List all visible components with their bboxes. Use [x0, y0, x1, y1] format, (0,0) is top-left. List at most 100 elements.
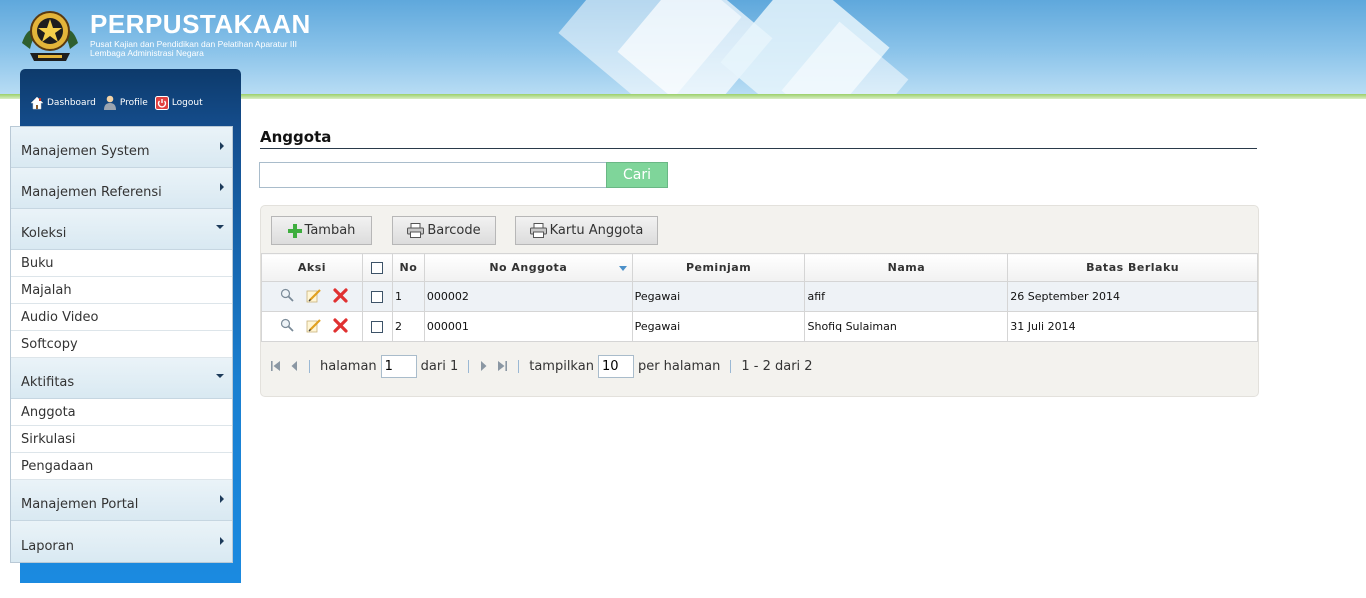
app-subtitle: Lembaga Administrasi Negara — [90, 48, 204, 58]
pager-separator — [468, 359, 470, 373]
row-select — [361, 281, 393, 312]
pager-separator — [730, 359, 732, 373]
column-header-nama[interactable]: Nama — [804, 253, 1009, 282]
delete-icon[interactable] — [333, 287, 348, 306]
column-header-aksi: Aksi — [261, 253, 363, 282]
page-label: halaman — [320, 358, 377, 374]
menu-item-softcopy[interactable]: Softcopy — [11, 331, 232, 358]
menu-section-koleksi[interactable]: Koleksi — [11, 209, 232, 250]
app-title: PERPUSTAKAAN — [90, 9, 311, 39]
sort-desc-icon — [618, 266, 627, 271]
next-page-icon[interactable] — [479, 360, 488, 372]
members-table: Aksi No No Anggota Peminjam Nama Batas B… — [261, 253, 1258, 342]
menu-item-sirkulasi[interactable]: Sirkulasi — [11, 426, 232, 453]
menu-section-manajemen-referensi[interactable]: Manajemen Referensi — [11, 168, 232, 209]
cell-peminjam: Pegawai — [631, 311, 806, 342]
table-header-row: Aksi No No Anggota Peminjam Nama Batas B… — [261, 253, 1258, 282]
per-page-input[interactable] — [597, 354, 634, 378]
dashboard-link-label: Dashboard — [47, 98, 96, 108]
last-page-icon[interactable] — [496, 360, 508, 372]
pager-separator — [309, 359, 310, 373]
printer-icon — [529, 223, 547, 238]
page-number-input[interactable] — [380, 354, 417, 378]
chevron-right-icon — [220, 495, 224, 503]
search-input[interactable] — [259, 162, 607, 188]
view-icon[interactable] — [280, 288, 294, 305]
column-header-no[interactable]: No — [391, 253, 425, 282]
menu-section-label: Koleksi — [21, 226, 67, 241]
select-all-header — [361, 253, 393, 282]
user-icon — [103, 95, 116, 110]
member-card-button-label: Kartu Anggota — [549, 223, 644, 238]
menu-item-pengadaan[interactable]: Pengadaan — [11, 453, 232, 480]
menu-section-manajemen-portal[interactable]: Manajemen Portal — [11, 480, 232, 521]
search-button[interactable]: Cari — [606, 162, 668, 188]
menu-section-manajemen-system[interactable]: Manajemen System — [11, 127, 232, 168]
show-label: tampilkan — [529, 358, 594, 374]
menu-section-label: Manajemen Referensi — [21, 185, 162, 200]
member-card-button[interactable]: Kartu Anggota — [515, 216, 658, 245]
row-actions — [261, 311, 363, 342]
dashboard-link[interactable]: Dashboard — [30, 96, 96, 110]
cell-no: 2 — [391, 311, 425, 342]
home-icon — [30, 96, 44, 110]
delete-icon[interactable] — [333, 317, 348, 336]
cell-no-anggota: 000002 — [423, 281, 633, 312]
plus-icon — [287, 223, 302, 238]
profile-link[interactable]: Profile — [103, 95, 148, 111]
per-page-label: per halaman — [637, 358, 721, 374]
power-icon — [154, 96, 169, 110]
menu-section-laporan[interactable]: Laporan — [11, 521, 232, 562]
edit-icon[interactable] — [306, 318, 321, 336]
pager-summary: 1 - 2 dari 2 — [741, 358, 813, 374]
prev-page-icon[interactable] — [290, 360, 299, 372]
sidebar-menu: Manajemen System Manajemen Referensi Kol… — [10, 126, 233, 563]
logout-link[interactable]: Logout — [154, 96, 203, 110]
menu-section-label: Manajemen Portal — [21, 497, 139, 512]
pagination-bar: halaman dari 1 tampilkan per halaman 1 -… — [270, 354, 813, 378]
menu-item-majalah[interactable]: Majalah — [11, 277, 232, 304]
column-header-no-anggota[interactable]: No Anggota — [423, 253, 633, 282]
barcode-button[interactable]: Barcode — [392, 216, 496, 245]
cell-no: 1 — [391, 281, 425, 312]
row-checkbox[interactable] — [371, 291, 384, 303]
row-actions — [261, 281, 363, 312]
menu-section-label: Laporan — [21, 538, 74, 554]
cell-nama: Shofiq Sulaiman — [804, 311, 1009, 342]
edit-icon[interactable] — [306, 288, 321, 306]
page-count-label: dari 1 — [420, 358, 459, 374]
chevron-right-icon — [220, 142, 224, 150]
chevron-right-icon — [220, 183, 224, 191]
add-button-label: Tambah — [304, 223, 356, 238]
menu-item-audio-video[interactable]: Audio Video — [11, 304, 232, 331]
add-button[interactable]: Tambah — [271, 216, 372, 245]
menu-section-label: Manajemen System — [21, 144, 150, 159]
garuda-emblem-icon — [22, 11, 78, 61]
column-header-peminjam[interactable]: Peminjam — [631, 253, 806, 282]
cell-no-anggota: 000001 — [423, 311, 633, 342]
table-row[interactable]: 1 000002 Pegawai afif 26 September 2014 — [261, 281, 1258, 312]
title-divider — [260, 148, 1257, 149]
barcode-button-label: Barcode — [427, 223, 481, 238]
table-row[interactable]: 2 000001 Pegawai Shofiq Sulaiman 31 Juli… — [261, 311, 1258, 342]
select-all-checkbox[interactable] — [371, 262, 384, 274]
logout-link-label: Logout — [171, 98, 203, 108]
first-page-icon[interactable] — [270, 360, 282, 372]
cell-batas-berlaku: 31 Juli 2014 — [1007, 311, 1258, 342]
menu-section-label: Aktifitas — [21, 375, 75, 390]
chevron-down-icon — [216, 374, 224, 378]
page-title: Anggota — [260, 128, 332, 146]
cell-peminjam: Pegawai — [631, 281, 806, 312]
menu-section-aktifitas[interactable]: Aktifitas — [11, 358, 232, 399]
cell-nama: afif — [804, 281, 1009, 312]
row-select — [361, 311, 393, 342]
printer-icon — [407, 223, 425, 238]
chevron-right-icon — [220, 536, 224, 545]
top-links: Dashboard Profile Logout — [30, 94, 207, 112]
menu-item-anggota[interactable]: Anggota — [11, 399, 232, 426]
pager-separator — [518, 359, 520, 373]
row-checkbox[interactable] — [371, 321, 384, 333]
menu-item-buku[interactable]: Buku — [11, 250, 232, 277]
view-icon[interactable] — [280, 318, 294, 335]
column-header-batas-berlaku[interactable]: Batas Berlaku — [1007, 253, 1258, 282]
